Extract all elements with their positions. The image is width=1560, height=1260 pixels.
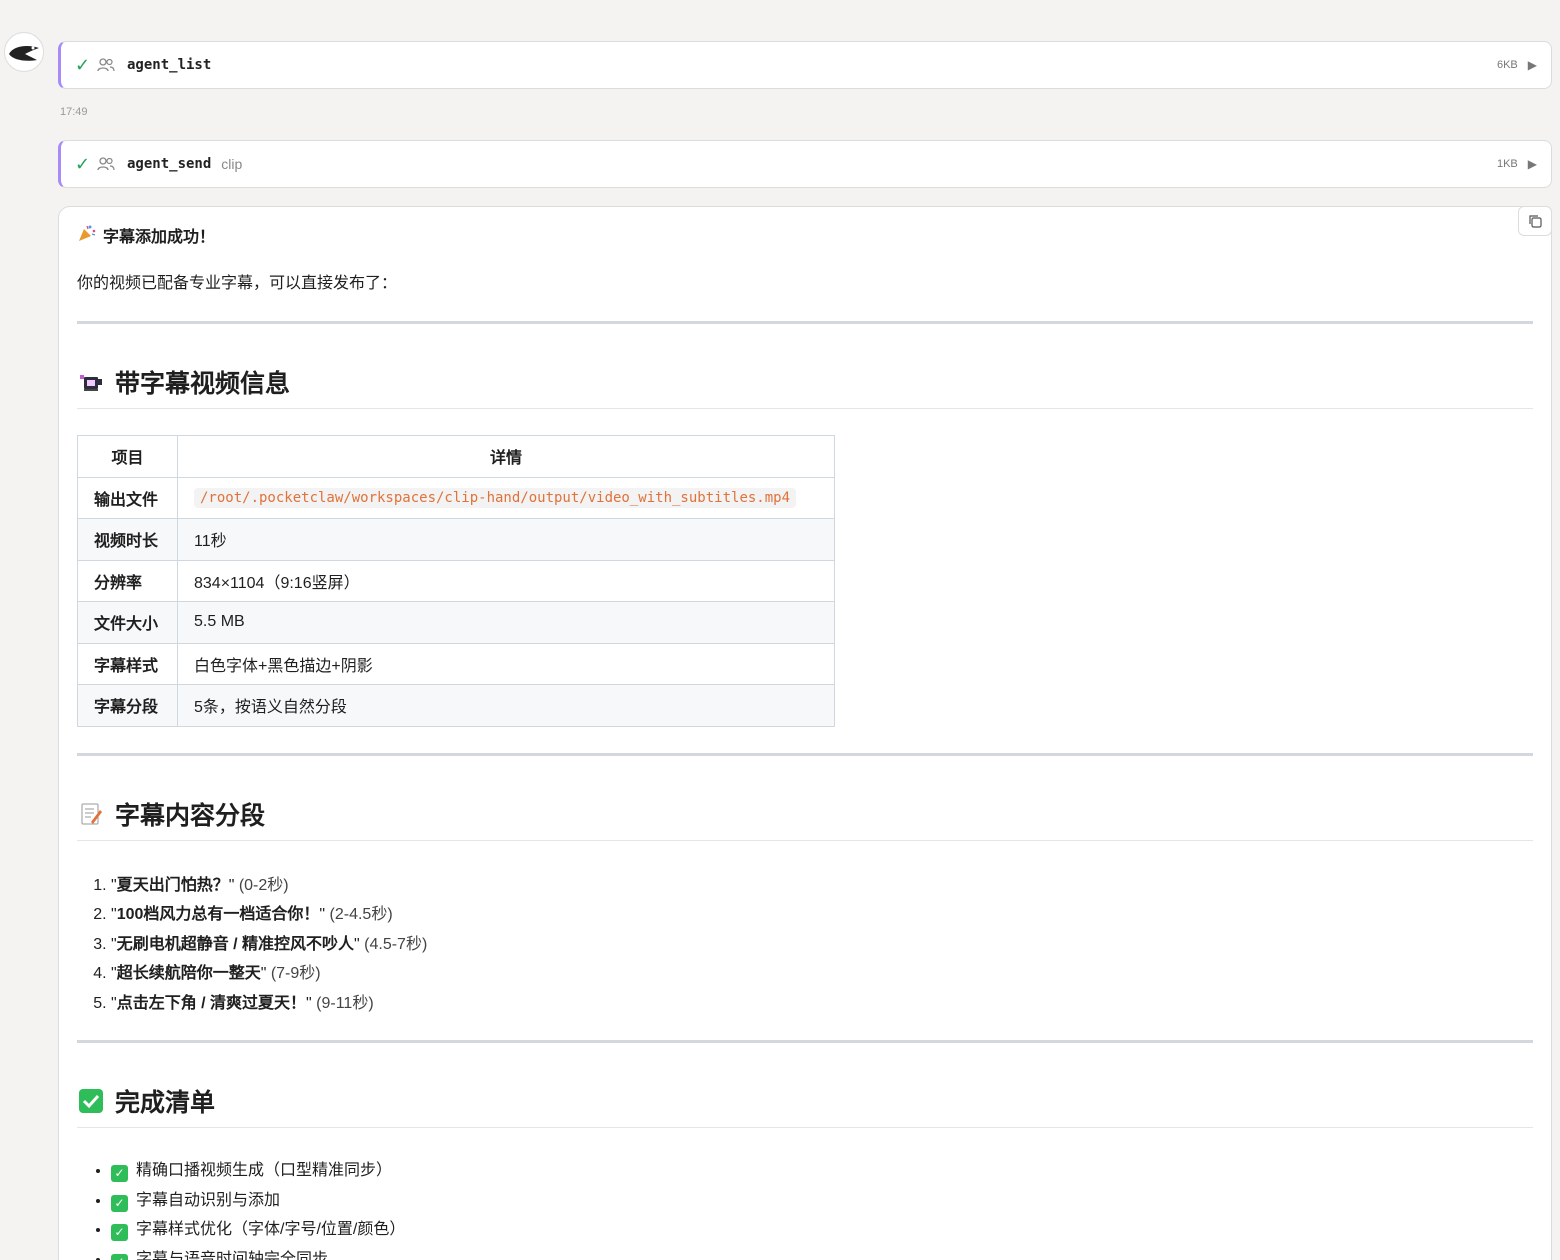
divider bbox=[77, 321, 1533, 324]
table-header-row: 项目 详情 bbox=[77, 435, 835, 478]
section-title: 字幕内容分段 bbox=[115, 801, 266, 830]
table-row: 视频时长 11秒 bbox=[77, 518, 835, 561]
expand-arrow-icon[interactable]: ▶ bbox=[1528, 157, 1537, 171]
row-value: 834×1104（9:16竖屏） bbox=[177, 559, 835, 602]
table-row: 分辨率 834×1104（9:16竖屏） bbox=[77, 559, 835, 602]
list-item: "夏天出门怕热？" (0-2秒) bbox=[111, 871, 1533, 901]
row-key: 字幕分段 bbox=[77, 684, 178, 727]
check-mark-button-icon bbox=[77, 1087, 105, 1115]
users-icon bbox=[97, 156, 119, 172]
section-heading-checklist: 完成清单 bbox=[77, 1083, 1533, 1128]
success-heading: 字幕添加成功！ bbox=[77, 223, 1533, 247]
users-icon bbox=[97, 57, 119, 73]
list-item: ✓ 字幕样式优化（字体/字号/位置/颜色） bbox=[111, 1215, 1533, 1245]
success-title: 字幕添加成功！ bbox=[103, 229, 216, 246]
list-item: ✓ 字幕与语音时间轴完全同步 bbox=[111, 1245, 1533, 1260]
row-key: 视频时长 bbox=[77, 518, 178, 561]
tool-call-agent-send[interactable]: ✓ agent_send clip 1KB ▶ bbox=[58, 140, 1552, 188]
table-header: 项目 bbox=[77, 435, 178, 478]
table-row: 文件大小 5.5 MB bbox=[77, 601, 835, 644]
row-value: /root/.pocketclaw/workspaces/clip-hand/o… bbox=[177, 476, 835, 519]
checklist-text: 字幕自动识别与添加 bbox=[136, 1191, 281, 1209]
section-title: 带字幕视频信息 bbox=[115, 370, 291, 398]
check-icon: ✓ bbox=[75, 153, 91, 174]
list-item: "100档风力总有一档适合你！" (2-4.5秒) bbox=[111, 900, 1533, 930]
message-timestamp: 17:49 bbox=[60, 106, 88, 118]
tool-output-size: 1KB bbox=[1496, 158, 1518, 170]
copy-button[interactable] bbox=[1518, 206, 1552, 236]
segment-text: 点击左下角 / 清爽过夏天！ bbox=[116, 994, 307, 1012]
section-title: 完成清单 bbox=[115, 1089, 216, 1117]
row-key: 字幕样式 bbox=[77, 642, 178, 685]
list-item: "超长续航陪你一整天" (7-9秒) bbox=[111, 959, 1533, 989]
intro-text: 你的视频已配备专业字幕，可以直接发布了： bbox=[77, 275, 398, 292]
film-projector-icon bbox=[77, 368, 105, 396]
tool-output-size: 6KB bbox=[1496, 59, 1518, 71]
assistant-avatar bbox=[4, 32, 44, 72]
checklist-text: 字幕样式优化（字体/字号/位置/颜色） bbox=[136, 1221, 406, 1238]
row-key: 输出文件 bbox=[77, 476, 178, 519]
segment-text: 100档风力总有一档适合你！ bbox=[116, 906, 320, 923]
subtitle-segment-list: "夏天出门怕热？" (0-2秒) "100档风力总有一档适合你！" (2-4.5… bbox=[77, 871, 1533, 1019]
section-heading-subtitles: 字幕内容分段 bbox=[77, 796, 1533, 841]
tool-arg: clip bbox=[221, 156, 243, 172]
check-box-icon: ✓ bbox=[111, 1224, 128, 1241]
check-icon: ✓ bbox=[75, 54, 91, 75]
segment-time: (2-4.5秒) bbox=[329, 906, 393, 923]
check-box-icon: ✓ bbox=[111, 1194, 128, 1212]
completion-checklist: ✓ 精确口播视频生成（口型精准同步） ✓ 字幕自动识别与添加 ✓ 字幕样式优化（字体/… bbox=[77, 1156, 1533, 1260]
table-header: 详情 bbox=[177, 435, 835, 478]
divider bbox=[77, 1040, 1533, 1043]
list-item: "点击左下角 / 清爽过夏天！" (9-11秒) bbox=[111, 989, 1533, 1019]
table-row: 输出文件 /root/.pocketclaw/workspaces/clip-h… bbox=[77, 476, 835, 519]
row-value: 5条，按语义自然分段 bbox=[177, 684, 835, 727]
video-info-table: 项目 详情 输出文件 /root/.pocketclaw/workspaces/… bbox=[77, 435, 835, 727]
checklist-text: 精确口播视频生成（口型精准同步） bbox=[136, 1162, 393, 1179]
row-value: 5.5 MB bbox=[177, 601, 835, 644]
tool-name: agent_send bbox=[127, 156, 212, 172]
list-item: "无刷电机超静音 / 精准控风不吵人" (4.5-7秒) bbox=[111, 930, 1533, 960]
assistant-message: 字幕添加成功！ 你的视频已配备专业字幕，可以直接发布了： 带字幕视频信息 项目 … bbox=[58, 206, 1552, 1260]
section-heading-video-info: 带字幕视频信息 bbox=[77, 364, 1533, 409]
divider bbox=[77, 752, 1533, 756]
segment-time: (4.5-7秒) bbox=[364, 935, 428, 953]
copy-icon bbox=[1529, 215, 1542, 228]
output-path: /root/.pocketclaw/workspaces/clip-hand/o… bbox=[194, 487, 797, 508]
memo-icon bbox=[77, 800, 105, 828]
segment-text: 超长续航陪你一整天 bbox=[116, 965, 261, 982]
row-value: 11秒 bbox=[177, 518, 835, 561]
checklist-text: 字幕与语音时间轴完全同步 bbox=[136, 1250, 329, 1260]
segment-time: (9-11秒) bbox=[316, 994, 374, 1012]
row-value: 白色字体+黑色描边+阴影 bbox=[177, 642, 835, 685]
segment-time: (0-2秒) bbox=[238, 876, 289, 894]
expand-arrow-icon[interactable]: ▶ bbox=[1528, 58, 1537, 72]
table-row: 字幕样式 白色字体+黑色描边+阴影 bbox=[77, 642, 835, 685]
check-box-icon: ✓ bbox=[111, 1253, 128, 1260]
segment-text: 无刷电机超静音 / 精准控风不吵人 bbox=[116, 935, 355, 953]
tool-name: agent_list bbox=[127, 57, 212, 73]
row-key: 文件大小 bbox=[77, 601, 178, 644]
row-key: 分辨率 bbox=[77, 559, 178, 602]
table-row: 字幕分段 5条，按语义自然分段 bbox=[77, 684, 835, 727]
party-popper-icon bbox=[77, 224, 97, 247]
list-item: ✓ 精确口播视频生成（口型精准同步） bbox=[111, 1156, 1533, 1186]
check-box-icon: ✓ bbox=[111, 1165, 128, 1182]
segment-text: 夏天出门怕热？ bbox=[116, 876, 229, 894]
list-item: ✓ 字幕自动识别与添加 bbox=[111, 1186, 1533, 1216]
tool-call-agent-list[interactable]: ✓ agent_list 6KB ▶ bbox=[58, 41, 1552, 89]
segment-time: (7-9秒) bbox=[270, 965, 321, 982]
